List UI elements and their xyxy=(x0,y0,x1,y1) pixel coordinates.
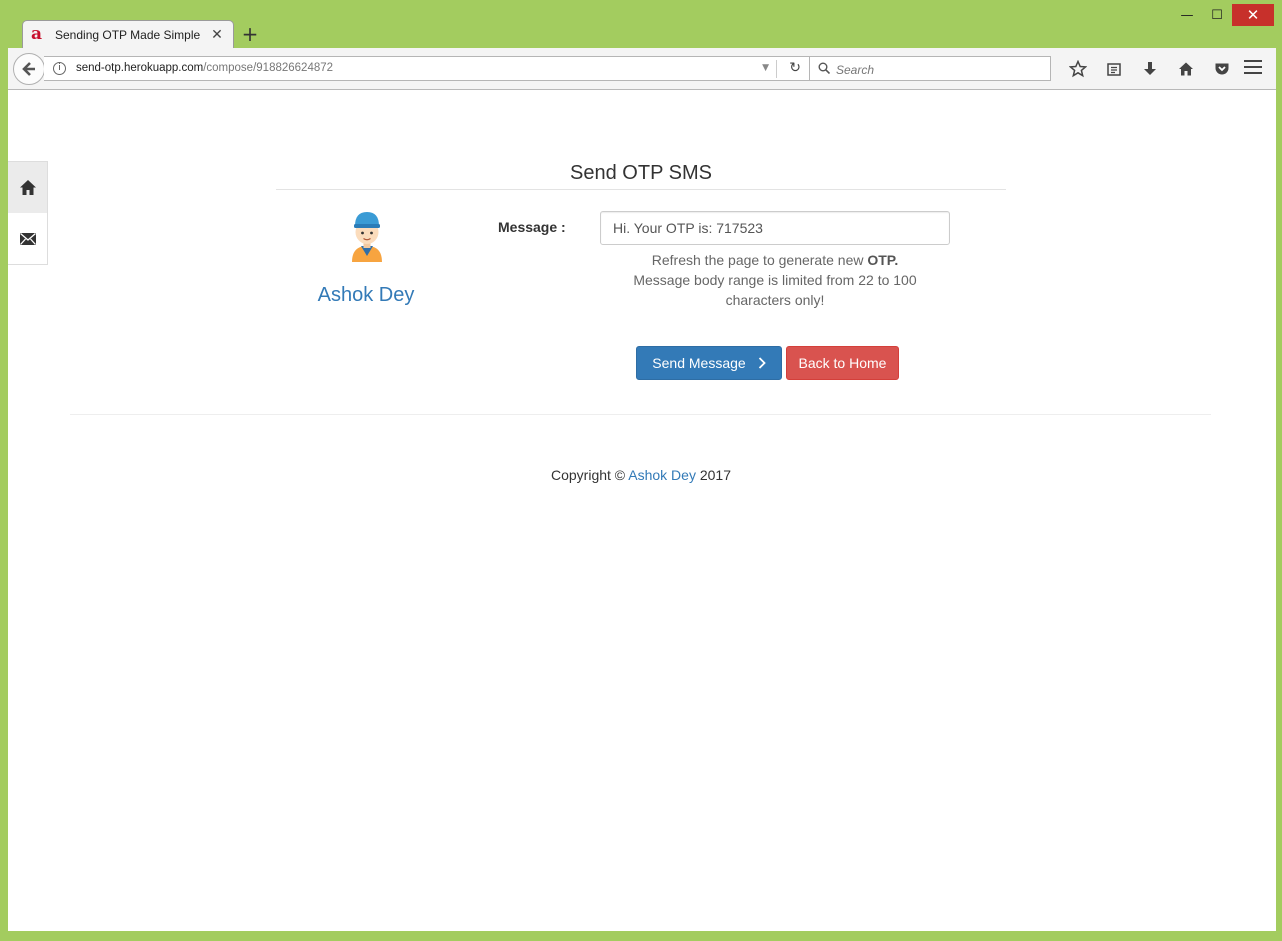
page-title: Send OTP SMS xyxy=(276,162,1006,190)
message-input[interactable] xyxy=(600,211,950,245)
back-button[interactable] xyxy=(13,53,45,85)
new-tab-button[interactable]: + xyxy=(240,23,260,45)
hamburger-menu-icon[interactable] xyxy=(1244,60,1262,76)
address-bar[interactable]: i send-otp.herokuapp.com/compose/9188266… xyxy=(44,56,810,81)
close-window-button[interactable]: ✕ xyxy=(1232,4,1274,26)
message-label: Message : xyxy=(498,219,566,235)
home-button[interactable] xyxy=(1168,59,1204,79)
info-icon[interactable]: i xyxy=(53,62,66,75)
minimize-button[interactable]: — xyxy=(1172,4,1202,26)
side-navigation xyxy=(8,161,48,265)
maximize-button[interactable]: ☐ xyxy=(1202,4,1232,26)
help-line-2: Message body range is limited from 22 to… xyxy=(633,272,917,308)
search-icon xyxy=(818,62,830,74)
url-separator xyxy=(776,60,777,78)
back-to-home-button[interactable]: Back to Home xyxy=(786,346,899,380)
tab-title: Sending OTP Made Simple xyxy=(55,28,201,42)
navigation-toolbar: i send-otp.herokuapp.com/compose/9188266… xyxy=(8,48,1276,90)
url-text[interactable]: send-otp.herokuapp.com/compose/918826624… xyxy=(76,62,333,74)
home-icon xyxy=(1179,62,1193,76)
clipboard-icon xyxy=(1107,63,1121,76)
send-message-button[interactable]: Send Message xyxy=(636,346,782,380)
reload-icon[interactable]: ↻ xyxy=(789,60,801,76)
star-icon xyxy=(1069,60,1087,78)
help-text: Refresh the page to generate new OTP. Me… xyxy=(600,250,950,310)
side-nav-compose[interactable] xyxy=(8,213,47,264)
url-dropdown-icon[interactable]: ▼ xyxy=(762,63,769,73)
chevron-right-icon xyxy=(758,357,766,369)
envelope-icon xyxy=(19,232,36,245)
search-bar[interactable]: Search xyxy=(809,56,1051,81)
pocket-icon xyxy=(1215,63,1229,75)
divider xyxy=(70,414,1211,415)
footer-author-link[interactable]: Ashok Dey xyxy=(628,467,696,483)
arrow-left-icon xyxy=(22,62,35,76)
page-viewport: Send OTP SMS Ashok Dey Message : Refresh… xyxy=(8,90,1276,931)
help-otp-emphasis: OTP. xyxy=(867,252,899,268)
send-message-label: Send Message xyxy=(652,355,746,371)
user-avatar-icon xyxy=(352,212,382,262)
bookmarks-menu-button[interactable] xyxy=(1096,59,1132,79)
url-host: send-otp.herokuapp.com xyxy=(76,62,204,74)
pocket-button[interactable] xyxy=(1204,59,1240,79)
window-controls: — ☐ ✕ xyxy=(1172,4,1274,26)
home-icon xyxy=(19,180,36,195)
help-line-1: Refresh the page to generate new xyxy=(651,252,868,268)
browser-tab[interactable]: a Sending OTP Made Simple ✕ xyxy=(22,20,234,49)
footer: Copyright © Ashok Dey 2017 xyxy=(8,467,1274,483)
search-placeholder: Search xyxy=(836,63,875,77)
user-name: Ashok Dey xyxy=(317,284,415,306)
bookmark-star-button[interactable] xyxy=(1060,59,1096,79)
toolbar-icons xyxy=(1060,59,1240,79)
download-arrow-icon xyxy=(1144,62,1156,75)
downloads-button[interactable] xyxy=(1132,59,1168,79)
footer-year: 2017 xyxy=(695,467,731,483)
url-path: /compose/918826624872 xyxy=(203,62,334,74)
side-nav-home[interactable] xyxy=(8,162,47,213)
site-favicon-icon: a xyxy=(31,24,43,44)
footer-copyright: Copyright © xyxy=(551,467,629,483)
tab-close-icon[interactable]: ✕ xyxy=(207,27,227,43)
